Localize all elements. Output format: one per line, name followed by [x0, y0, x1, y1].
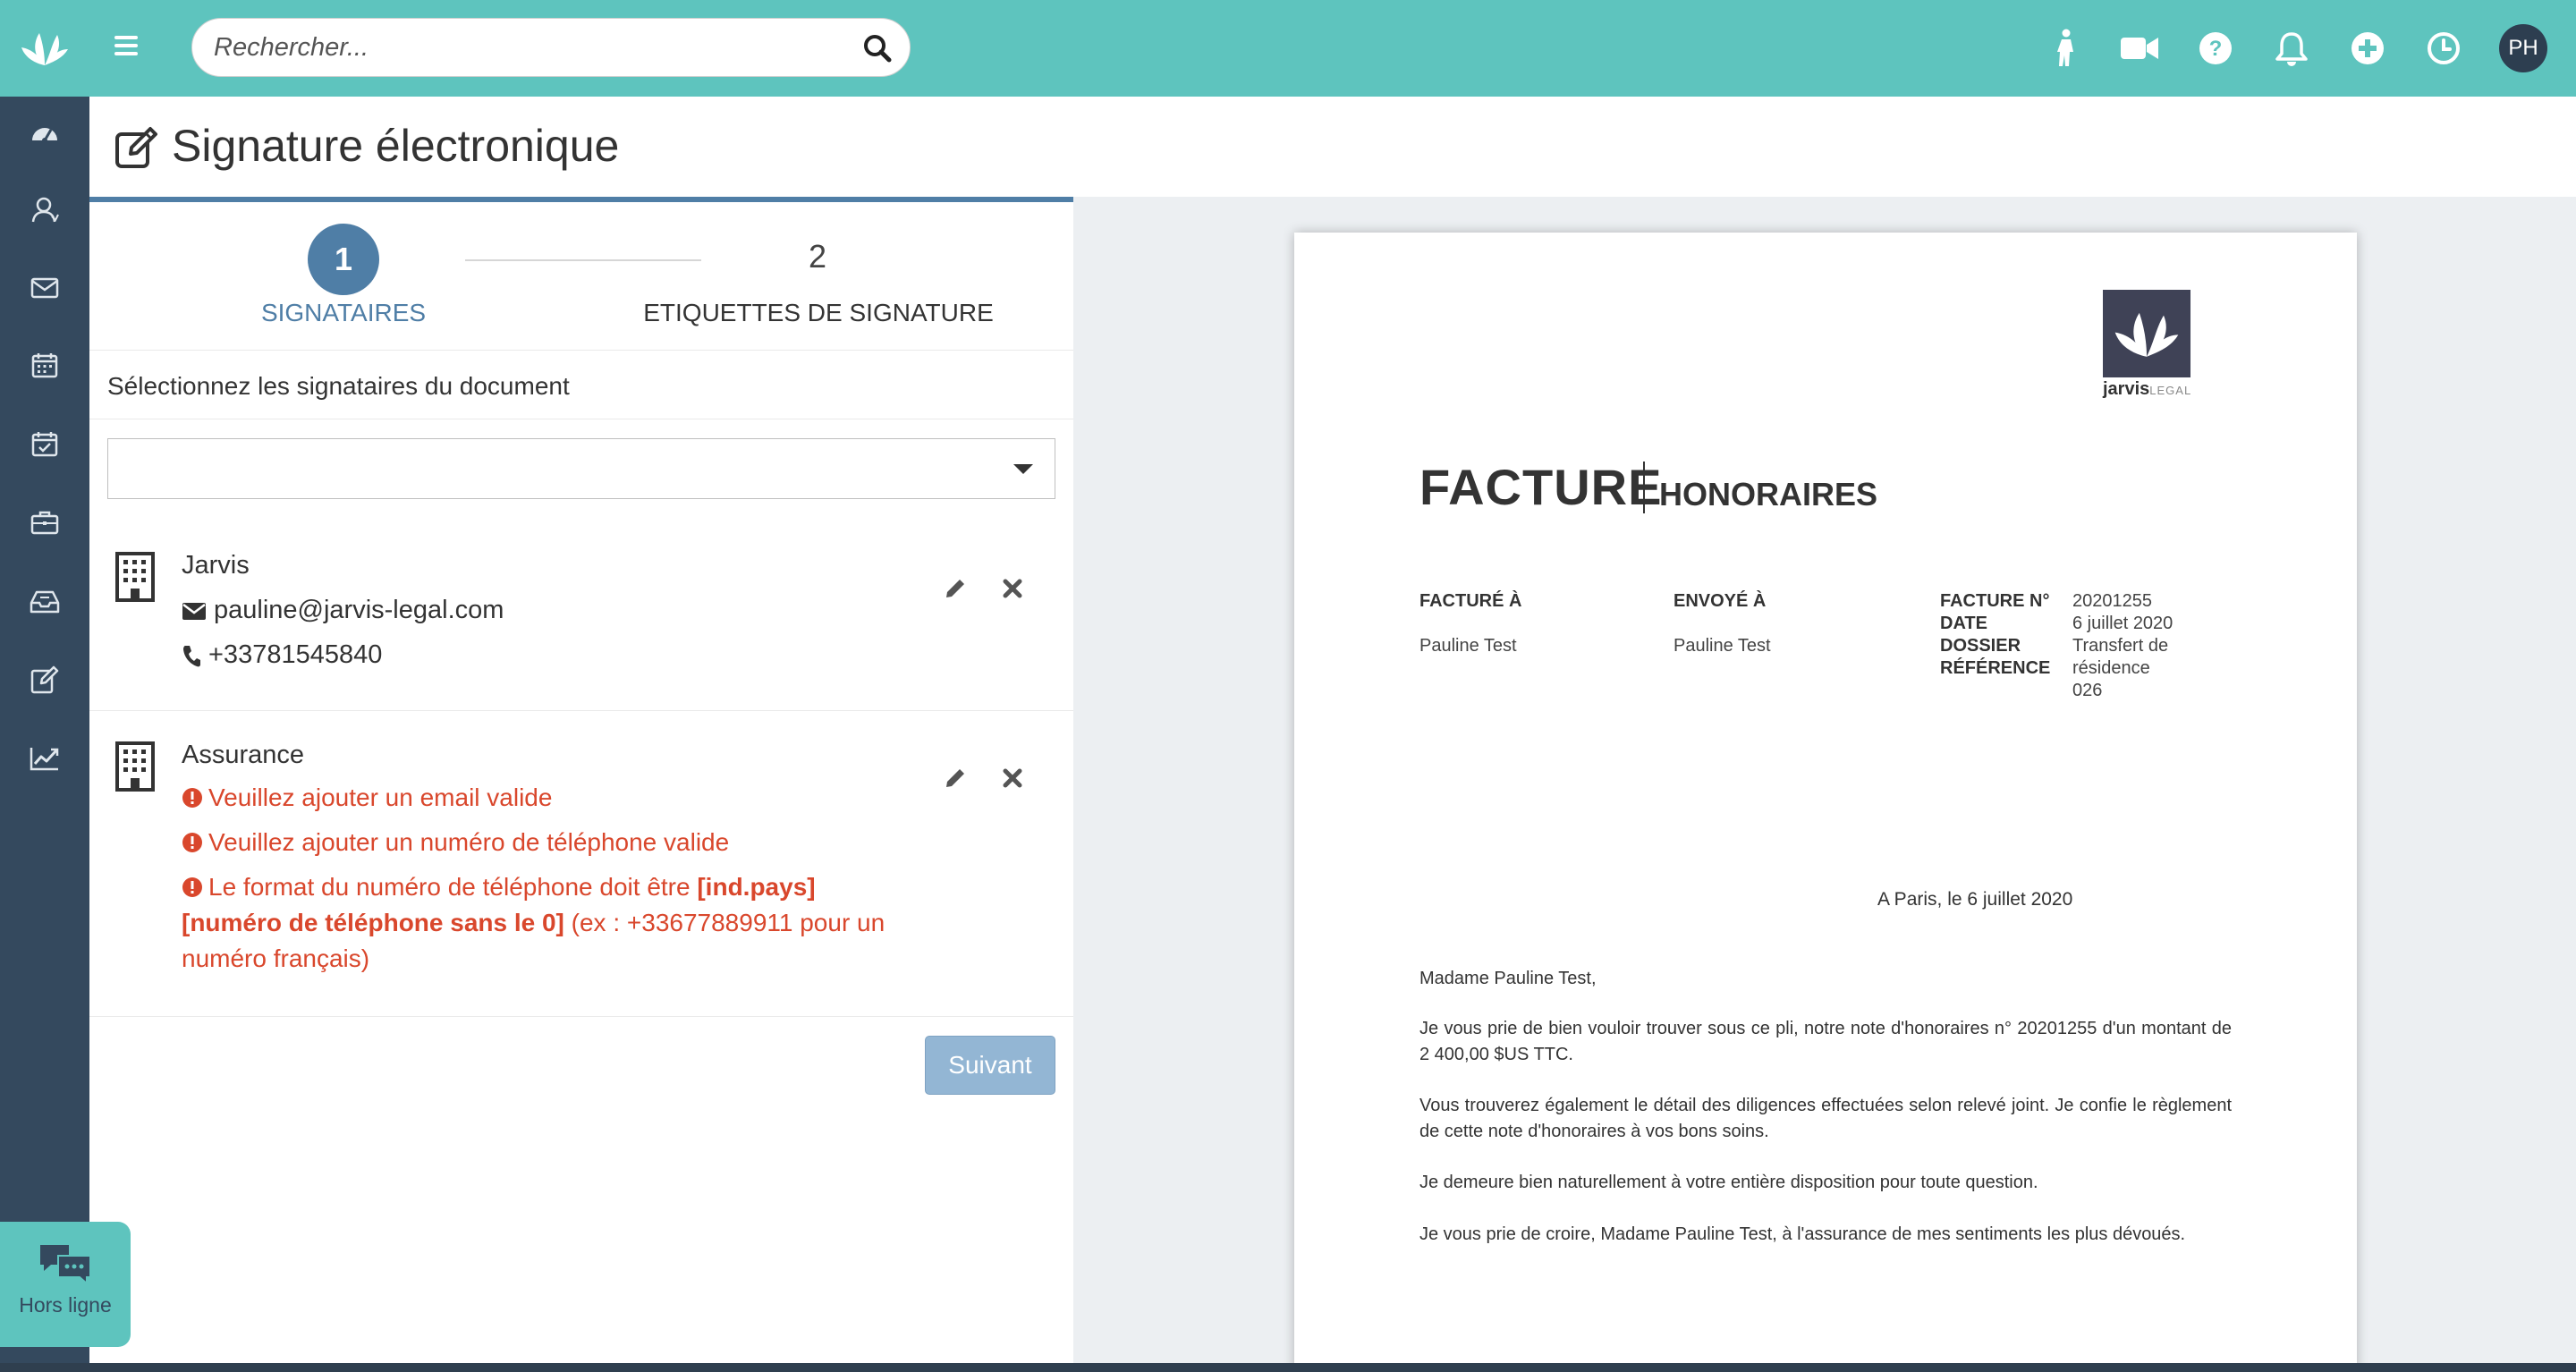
divider: [89, 710, 1073, 711]
paragraph-2: Vous trouverez également le détail des d…: [1419, 1096, 2232, 1141]
signer-card-assurance: Assurance Veuillez ajouter un email vali…: [89, 741, 1073, 1009]
calendar-icon[interactable]: [25, 345, 64, 385]
warning-icon: [182, 827, 203, 852]
invoice-number-value: 20201255: [2072, 591, 2152, 611]
step-2-label[interactable]: ETIQUETTES DE SIGNATURE: [626, 299, 1011, 327]
reference-value: 026: [2072, 681, 2103, 700]
next-button[interactable]: Suivant: [925, 1036, 1055, 1095]
warning-icon: [182, 783, 203, 808]
remove-icon[interactable]: [998, 764, 1027, 792]
chevron-down-icon: [1013, 464, 1033, 474]
case-label: DOSSIER: [1940, 636, 2021, 656]
search-bar: [191, 18, 911, 77]
salutation: Madame Pauline Test,: [1419, 969, 1597, 988]
paragraph-3: Je demeure bien naturellement à votre en…: [1419, 1173, 2038, 1192]
invoice-number-label: FACTURE N°: [1940, 591, 2050, 611]
stepper: 1 SIGNATAIRES 2 ETIQUETTES DE SIGNATURE: [89, 202, 1073, 351]
envelope-icon: [182, 598, 207, 623]
sidebar: [0, 97, 89, 1372]
signer-email: pauline@jarvis-legal.com: [214, 596, 504, 624]
invoice-document: jarvisLEGAL FACTURE HONORAIRES FACTURÉ À…: [1294, 233, 2357, 1372]
search-icon[interactable]: [861, 32, 894, 64]
signer-phone-row: +33781545840: [182, 640, 382, 670]
user-avatar[interactable]: PH: [2499, 24, 2547, 72]
place-and-date: A Paris, le 6 juillet 2020: [1877, 889, 2073, 910]
step-2-indicator[interactable]: 2: [782, 238, 853, 275]
edit-pencil-icon[interactable]: [941, 764, 970, 792]
signer-name: Jarvis: [182, 551, 250, 580]
building-icon: [114, 741, 156, 792]
signer-card-jarvis: Jarvis pauline@jarvis-legal.com +3378154…: [89, 551, 1073, 694]
add-circle-icon[interactable]: [2346, 27, 2389, 70]
chat-bubbles-icon: [38, 1241, 92, 1286]
sent-to-label: ENVOYÉ À: [1674, 591, 1767, 611]
signers-instruction: Sélectionnez les signataires du document: [107, 372, 570, 400]
error-phone-text: Veuillez ajouter un numéro de téléphone …: [208, 828, 730, 856]
error-email-text: Veuillez ajouter un email valide: [208, 783, 553, 811]
jarvis-logo-icon: [2103, 290, 2190, 377]
title-separator: [1643, 462, 1645, 513]
brand-wordmark: jarvisLEGAL: [2103, 379, 2192, 399]
dashboard-icon[interactable]: [25, 113, 64, 152]
inbox-icon[interactable]: [25, 581, 64, 621]
sent-to-value: Pauline Test: [1674, 636, 1771, 656]
page-header: Signature électronique: [89, 97, 2576, 197]
case-value: Transfert de résidence: [2072, 636, 2169, 678]
building-icon: [114, 551, 156, 603]
step-1-indicator[interactable]: 1: [308, 224, 379, 295]
briefcase-icon[interactable]: [25, 503, 64, 542]
video-camera-icon[interactable]: [2118, 27, 2161, 70]
divider: [89, 1016, 1073, 1017]
reference-label: RÉFÉRENCE: [1940, 658, 2051, 678]
error-format-prefix: Le format du numéro de téléphone doit êt…: [208, 873, 698, 901]
signer-email-row: pauline@jarvis-legal.com: [182, 596, 504, 625]
warning-icon: [182, 872, 203, 897]
search-input[interactable]: [214, 19, 840, 76]
billed-to-label: FACTURÉ À: [1419, 591, 1522, 611]
clock-icon[interactable]: [2422, 27, 2465, 70]
stepper-connector: [465, 259, 701, 261]
document-preview-area: jarvisLEGAL FACTURE HONORAIRES FACTURÉ À…: [1073, 197, 2576, 1372]
bottom-strip: [0, 1363, 2576, 1372]
paragraph-4: Je vous prie de croire, Madame Pauline T…: [1419, 1224, 2186, 1244]
signers-panel: 1 SIGNATAIRES 2 ETIQUETTES DE SIGNATURE …: [89, 197, 1073, 1372]
top-bar: ? PH: [0, 0, 2576, 97]
signer-name: Assurance: [182, 741, 305, 769]
chat-status: Hors ligne: [19, 1293, 112, 1317]
svg-text:?: ?: [2209, 37, 2223, 61]
chat-widget[interactable]: Hors ligne: [0, 1222, 131, 1347]
document-subtitle: HONORAIRES: [1659, 476, 1878, 512]
error-email-invalid: Veuillez ajouter un email valide: [182, 780, 915, 816]
menu-toggle-icon[interactable]: [113, 32, 140, 59]
document-brand: jarvisLEGAL: [2103, 290, 2192, 400]
calendar-check-icon[interactable]: [25, 424, 64, 463]
mail-icon[interactable]: [25, 268, 64, 308]
signature-edit-icon: [114, 125, 159, 170]
app-logo-icon[interactable]: [0, 0, 89, 97]
edit-icon[interactable]: [25, 660, 64, 699]
signer-phone: +33781545840: [208, 640, 383, 669]
date-value: 6 juillet 2020: [2072, 614, 2174, 633]
phone-icon: [182, 643, 201, 668]
step-1-label[interactable]: SIGNATAIRES: [254, 299, 433, 327]
page-title: Signature électronique: [172, 121, 620, 171]
bell-icon[interactable]: [2270, 27, 2313, 70]
document-title: FACTURE: [1419, 459, 1663, 515]
remove-icon[interactable]: [998, 574, 1027, 603]
person-walking-icon[interactable]: [2043, 27, 2086, 70]
error-phone-format: Le format du numéro de téléphone doit êt…: [182, 869, 915, 977]
paragraph-1: Je vous prie de bien vouloir trouver sou…: [1419, 1019, 2232, 1064]
chart-icon[interactable]: [25, 739, 64, 778]
signers-select[interactable]: [107, 438, 1055, 499]
contacts-icon[interactable]: [25, 190, 64, 229]
help-icon[interactable]: ?: [2194, 27, 2237, 70]
error-phone-invalid: Veuillez ajouter un numéro de téléphone …: [182, 825, 915, 860]
date-label: DATE: [1940, 614, 1987, 633]
edit-pencil-icon[interactable]: [941, 574, 970, 603]
billed-to-value: Pauline Test: [1419, 636, 1517, 656]
